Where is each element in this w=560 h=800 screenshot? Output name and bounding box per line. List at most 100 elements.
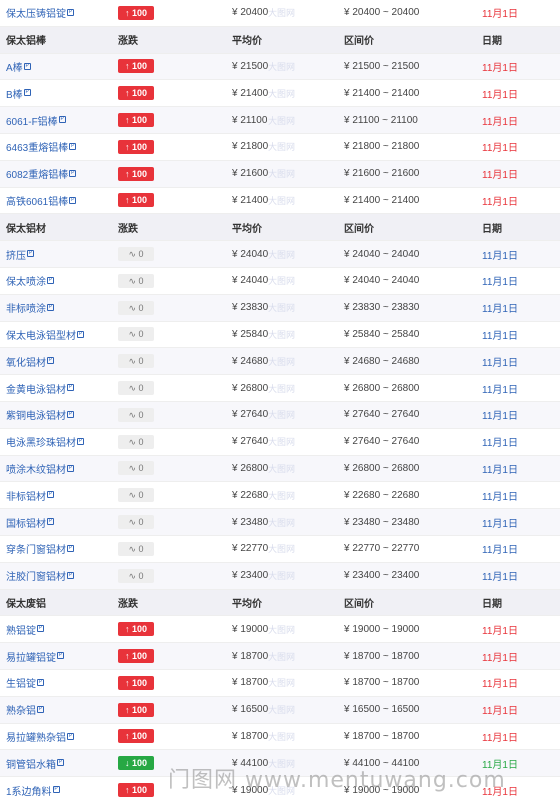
- header-avg: 平均价: [232, 223, 262, 235]
- external-link-icon[interactable]: P: [27, 250, 34, 258]
- price-range: ¥ 23480 ~ 23480: [344, 516, 420, 528]
- external-link-icon[interactable]: P: [69, 143, 77, 151]
- product-link[interactable]: 紫铜电泳铝材: [6, 411, 66, 422]
- external-link-icon[interactable]: P: [23, 62, 31, 70]
- product-link[interactable]: 电泳黑珍珠铝材: [6, 438, 76, 449]
- external-link-icon[interactable]: P: [47, 303, 54, 311]
- product-link[interactable]: B棒: [6, 90, 23, 101]
- product-link[interactable]: 国标铝材: [6, 519, 46, 530]
- price-range: ¥ 18700 ~ 18700: [344, 730, 420, 742]
- change-badge: ∿ 0: [118, 434, 154, 449]
- external-link-icon[interactable]: P: [67, 411, 74, 419]
- external-link-icon[interactable]: P: [67, 571, 74, 579]
- product-link[interactable]: 氧化铝材: [6, 358, 46, 369]
- price-range: ¥ 27640 ~ 27640: [344, 436, 420, 448]
- table-row: 喷涂木纹铝材 P ∿ 0 ¥ 26800 ¥ 26800 ~ 26800 11月1日 大图网: [0, 455, 560, 483]
- up-arrow-icon: ↑: [124, 195, 130, 206]
- external-link-icon[interactable]: P: [23, 89, 31, 97]
- date-label: 11月1日: [482, 116, 518, 128]
- average-price: ¥ 26800: [232, 462, 269, 474]
- table-row: 易拉罐熟杂铝 P ↑ 100 ¥ 18700 ¥ 18700 ~ 18700 11月1日大…: [0, 724, 560, 751]
- external-link-icon[interactable]: P: [67, 545, 74, 552]
- flat-arrow-icon: ∿: [128, 275, 136, 286]
- product-link[interactable]: 易拉罐铝锭: [6, 653, 56, 664]
- change-cell: ∿ 0: [118, 354, 230, 369]
- external-link-icon[interactable]: P: [52, 786, 60, 794]
- change-badge: ∿ 0: [118, 568, 154, 583]
- flat-arrow-icon: ∿: [128, 463, 136, 474]
- product-link[interactable]: 非标喷涂: [6, 304, 46, 315]
- table-row: A棒 P ↑ 100 ¥ 21500 ¥ 21500 ~ 21500 11月1日 大图网: [0, 53, 560, 81]
- product-link[interactable]: 注胶门窗铝材: [6, 572, 66, 583]
- product-link[interactable]: 金黄电泳铝材: [6, 385, 66, 396]
- external-link-icon[interactable]: P: [67, 9, 74, 17]
- external-link-icon[interactable]: P: [69, 196, 77, 204]
- external-link-icon[interactable]: P: [67, 732, 74, 740]
- external-link-icon[interactable]: P: [77, 437, 84, 445]
- external-link-icon[interactable]: P: [58, 116, 66, 124]
- average-price: ¥ 21100: [232, 114, 268, 126]
- product-cell: 易拉罐铝锭 P: [0, 649, 118, 664]
- date-label: 11月1日: [482, 545, 518, 557]
- product-link[interactable]: 保太压铸铝锭: [6, 9, 66, 20]
- product-link[interactable]: 生铝锭: [6, 679, 36, 690]
- change-badge: ↓ 100: [118, 756, 154, 771]
- external-link-icon[interactable]: P: [37, 705, 44, 713]
- product-link[interactable]: A棒: [6, 63, 23, 74]
- external-link-icon[interactable]: P: [69, 169, 77, 177]
- external-link-icon[interactable]: P: [67, 464, 74, 472]
- change-cell: ∿ 0: [118, 461, 230, 476]
- change-value: 0: [138, 543, 144, 554]
- product-link[interactable]: 6463重熔铝棒: [6, 143, 68, 154]
- change-cell: ↑ 100: [118, 86, 230, 101]
- header-range: 区间价: [344, 223, 374, 235]
- change-cell: ∿ 0: [118, 488, 230, 503]
- product-link[interactable]: 1系边角料: [6, 787, 52, 798]
- product-link[interactable]: 非标铝材: [6, 492, 46, 503]
- product-link[interactable]: 穿条门窗铝材: [6, 545, 66, 556]
- external-link-icon[interactable]: P: [47, 491, 54, 499]
- price-range: ¥ 22770 ~ 22770: [344, 543, 420, 555]
- external-link-icon[interactable]: P: [77, 330, 84, 338]
- up-arrow-icon: ↑: [124, 651, 130, 662]
- table-row: 穿条门窗铝材 P ∿ 0 ¥ 22770 ¥ 22770 ~ 22770 11月1日 大图网: [0, 536, 560, 563]
- change-cell: ∿ 0: [118, 434, 230, 449]
- change-cell: ↑ 100: [118, 113, 230, 128]
- external-link-icon[interactable]: P: [37, 678, 44, 686]
- product-link[interactable]: 熟杂铝: [6, 706, 36, 717]
- table-row: 非标喷涂 P ∿ 0 ¥ 23830 ¥ 23830 ~ 23830 11月1日 大图网: [0, 294, 560, 322]
- external-link-icon[interactable]: P: [57, 652, 64, 660]
- price-range: ¥ 18700 ~ 18700: [344, 650, 420, 662]
- change-value: 0: [138, 570, 144, 581]
- average-price: ¥ 26800: [232, 382, 269, 394]
- external-link-icon[interactable]: P: [37, 625, 44, 633]
- product-link[interactable]: 高铁6061铝棒: [6, 197, 68, 208]
- product-link[interactable]: 铜管铝水箱: [6, 760, 56, 771]
- external-link-icon[interactable]: P: [47, 518, 54, 526]
- product-link[interactable]: 熟铝锭: [6, 626, 36, 637]
- date-label: 11月1日: [482, 357, 518, 369]
- average-price: ¥ 21400: [232, 194, 269, 206]
- price-range: ¥ 18700 ~ 18700: [344, 677, 420, 689]
- date-label: 11月1日: [482, 679, 518, 691]
- product-cell: 国标铝材 P: [0, 515, 118, 530]
- product-link[interactable]: 6082重熔铝棒: [6, 170, 68, 181]
- product-link[interactable]: 喷涂木纹铝材: [6, 465, 66, 476]
- average-price: ¥ 19000: [232, 623, 269, 635]
- change-value: 0: [138, 463, 144, 474]
- product-link[interactable]: 易拉罐熟杂铝: [6, 733, 66, 744]
- external-link-icon[interactable]: P: [67, 384, 74, 392]
- external-link-icon[interactable]: P: [57, 759, 64, 767]
- product-link[interactable]: 6061-F铝棒: [6, 117, 58, 128]
- external-link-icon[interactable]: P: [47, 277, 54, 285]
- price-range: ¥ 24040 ~ 24040: [344, 275, 420, 287]
- price-range: ¥ 26800 ~ 26800: [344, 382, 420, 394]
- product-link[interactable]: 挤压: [6, 251, 26, 262]
- price-range: ¥ 22680 ~ 22680: [344, 489, 420, 501]
- external-link-icon[interactable]: P: [47, 357, 54, 365]
- product-cell: 喷涂木纹铝材 P: [0, 461, 118, 476]
- product-link[interactable]: 保太喷涂: [6, 277, 46, 288]
- date-label: 11月1日: [482, 625, 518, 637]
- product-link[interactable]: 保太电泳铝型材: [6, 331, 76, 342]
- product-cell: 熟铝锭 P: [0, 622, 118, 637]
